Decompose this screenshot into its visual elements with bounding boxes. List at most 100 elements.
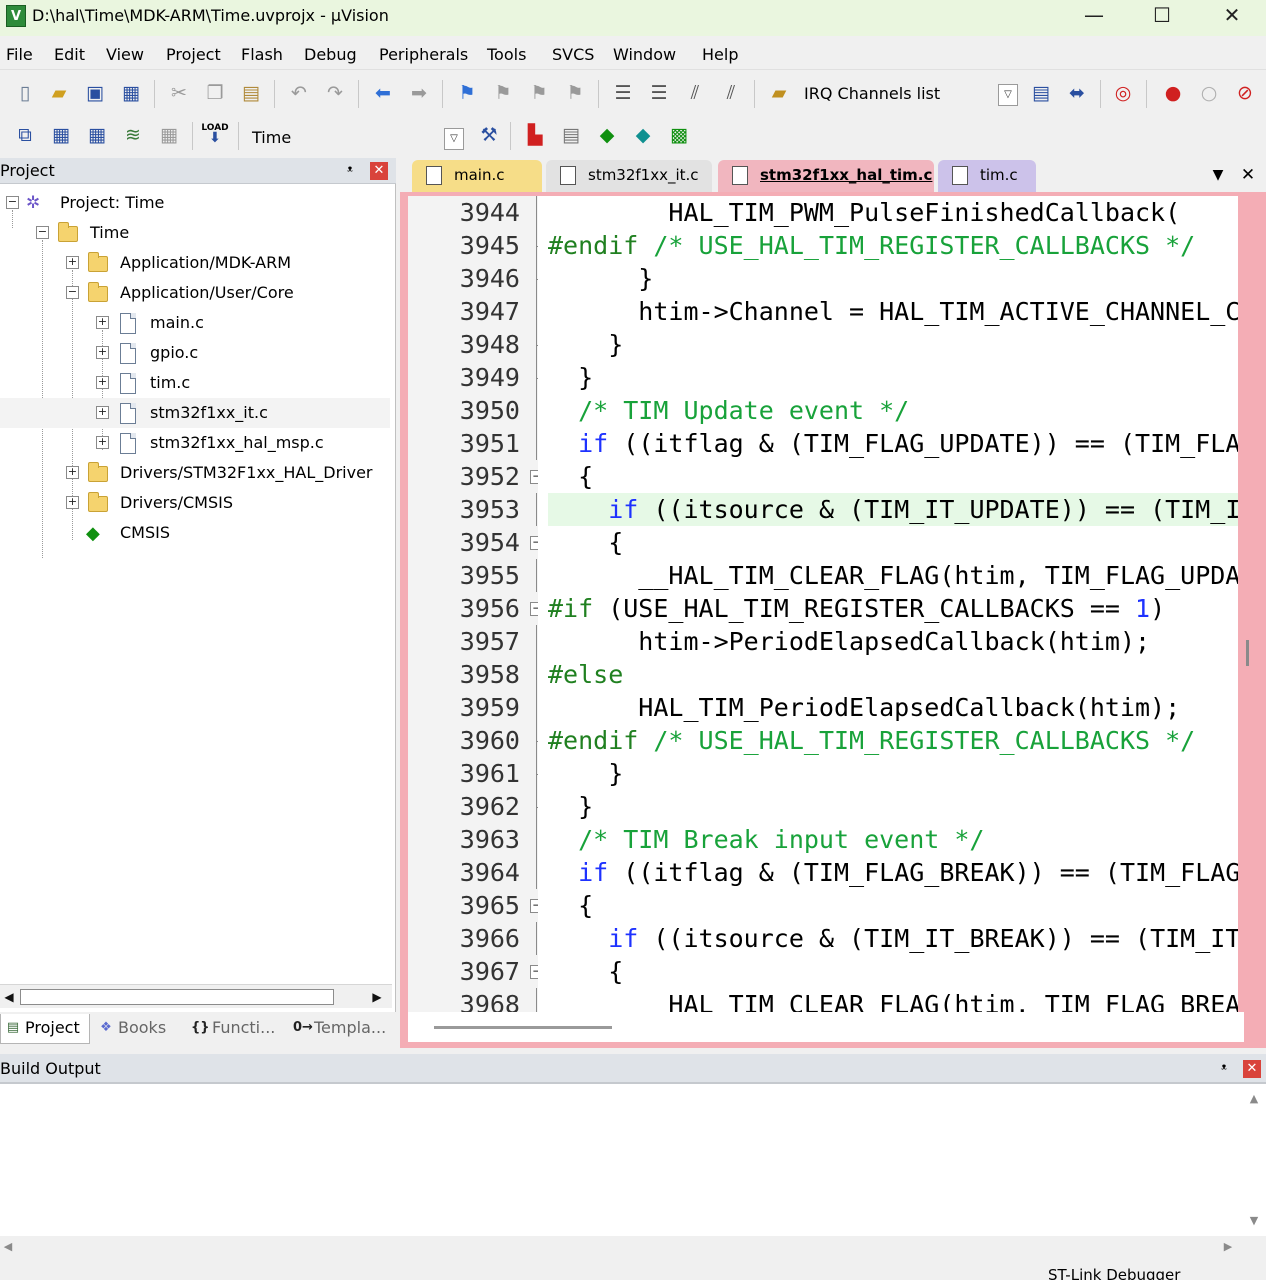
code-line[interactable]: } <box>548 328 1238 361</box>
translate-icon[interactable]: ⧉ <box>12 122 38 148</box>
paste-icon[interactable]: ▤ <box>238 80 264 106</box>
code-line[interactable]: } <box>548 361 1238 394</box>
expand-toggle[interactable]: + <box>66 466 79 479</box>
code-line[interactable]: } <box>548 262 1238 295</box>
enable-breakpoint-icon[interactable]: ○ <box>1196 80 1222 106</box>
new-file-icon[interactable]: ▯ <box>12 80 38 106</box>
file-extensions-icon[interactable]: ▙ <box>522 122 548 148</box>
navigate-back-icon[interactable]: ⬅ <box>370 80 396 106</box>
maximize-button[interactable]: ☐ <box>1128 0 1196 30</box>
pin-icon[interactable]: ᵜ <box>342 163 358 179</box>
build-output-horizontal-scrollbar[interactable]: ◀ ▶ <box>0 1236 1266 1260</box>
tab-books[interactable]: ❖ Books <box>94 1014 180 1044</box>
vertical-scroll-marker[interactable] <box>1246 640 1249 666</box>
fold-toggle[interactable]: − <box>530 602 538 616</box>
fold-toggle[interactable]: − <box>530 470 538 484</box>
rebuild-icon[interactable]: ▦ <box>84 122 110 148</box>
batch-build-icon[interactable]: ≋ <box>120 122 146 148</box>
tab-stm32f1xx-hal-tim-c[interactable]: stm32f1xx_hal_tim.c <box>718 160 934 192</box>
previous-bookmark-icon[interactable]: ⚑ <box>490 80 516 106</box>
code-line[interactable]: __HAL_TIM_CLEAR_FLAG(htim, TIM_FLAG_BREA… <box>548 988 1238 1012</box>
code-line[interactable]: if ((itsource & (TIM_IT_BREAK)) == (TIM_… <box>548 922 1238 955</box>
close-panel-icon[interactable]: ✕ <box>1243 1060 1261 1078</box>
tree-item-group[interactable]: + Application/MDK-ARM <box>0 248 390 278</box>
tree-item-file[interactable]: + main.c <box>0 308 390 338</box>
expand-toggle[interactable]: + <box>96 346 109 359</box>
pin-icon[interactable]: ᵜ <box>1216 1061 1232 1077</box>
menu-project[interactable]: Project <box>166 45 221 64</box>
incremental-find-icon[interactable]: ⬌ <box>1064 80 1090 106</box>
code-line[interactable]: #endif /* USE_HAL_TIM_REGISTER_CALLBACKS… <box>548 229 1238 262</box>
code-line[interactable]: } <box>548 757 1238 790</box>
expand-toggle[interactable]: + <box>96 436 109 449</box>
stop-build-icon[interactable]: ▦ <box>156 122 182 148</box>
code-line[interactable]: htim->Channel = HAL_TIM_ACTIVE_CHANNEL_C… <box>548 295 1238 328</box>
menu-tools[interactable]: Tools <box>487 45 526 64</box>
menu-debug[interactable]: Debug <box>304 45 357 64</box>
code-line[interactable]: /* TIM Break input event */ <box>548 823 1238 856</box>
scroll-right-icon[interactable]: ▶ <box>1220 1240 1236 1256</box>
select-packs-icon[interactable]: ◆ <box>630 122 656 148</box>
collapse-toggle[interactable]: − <box>36 226 49 239</box>
tree-item-group[interactable]: + Drivers/CMSIS <box>0 488 390 518</box>
pack-installer-icon[interactable]: ▩ <box>666 122 692 148</box>
find-icon[interactable]: ▤ <box>1028 80 1054 106</box>
expand-toggle[interactable]: + <box>96 406 109 419</box>
expand-toggle[interactable]: + <box>96 316 109 329</box>
code-line[interactable]: { <box>548 460 1238 493</box>
scroll-up-icon[interactable]: ▲ <box>1246 1092 1262 1108</box>
minimize-button[interactable]: — <box>1060 0 1128 30</box>
code-line[interactable]: } <box>548 790 1238 823</box>
tab-list-dropdown-icon[interactable]: ▼ <box>1208 166 1228 184</box>
scroll-left-icon[interactable]: ◀ <box>0 1240 16 1256</box>
code-horizontal-scrollbar[interactable] <box>408 1012 1244 1042</box>
code-line[interactable]: { <box>548 526 1238 559</box>
code-line[interactable]: { <box>548 955 1238 988</box>
code-line[interactable]: #if (USE_HAL_TIM_REGISTER_CALLBACKS == 1… <box>548 592 1238 625</box>
code-line[interactable]: if ((itflag & (TIM_FLAG_BREAK)) == (TIM_… <box>548 856 1238 889</box>
code-line[interactable]: { <box>548 889 1238 922</box>
collapse-toggle[interactable]: − <box>6 196 19 209</box>
scroll-down-icon[interactable]: ▼ <box>1246 1214 1262 1230</box>
tree-horizontal-scrollbar[interactable]: ◀ ▶ <box>0 984 392 1008</box>
tab-templates[interactable]: 0→ Templa... <box>290 1014 394 1044</box>
save-all-icon[interactable]: ▦ <box>118 80 144 106</box>
tab-tim-c[interactable]: tim.c <box>938 160 1036 192</box>
collapse-toggle[interactable]: − <box>66 286 79 299</box>
expand-toggle[interactable]: + <box>66 496 79 509</box>
code-line[interactable]: htim->PeriodElapsedCallback(htim); <box>548 625 1238 658</box>
cut-icon[interactable]: ✂ <box>166 80 192 106</box>
close-tab-icon[interactable]: ✕ <box>1238 166 1258 184</box>
tree-item-component[interactable]: ◆ CMSIS <box>0 518 390 548</box>
menu-edit[interactable]: Edit <box>54 45 85 64</box>
insert-breakpoint-icon[interactable]: ● <box>1160 80 1186 106</box>
copy-icon[interactable]: ❐ <box>202 80 228 106</box>
clear-bookmarks-icon[interactable]: ⚑ <box>562 80 588 106</box>
menu-view[interactable]: View <box>106 45 144 64</box>
close-panel-icon[interactable]: ✕ <box>370 162 388 180</box>
current-code-line[interactable]: if ((itsource & (TIM_IT_UPDATE)) == (TIM… <box>548 493 1238 526</box>
code-line[interactable]: if ((itflag & (TIM_FLAG_UPDATE)) == (TIM… <box>548 427 1238 460</box>
menu-file[interactable]: File <box>6 45 33 64</box>
code-line[interactable]: HAL_TIM_PWM_PulseFinishedCallback( <box>548 196 1238 229</box>
tree-item-target-time[interactable]: − Time <box>0 218 390 248</box>
code-line[interactable]: #else <box>548 658 1238 691</box>
find-in-files-icon[interactable]: ▰ <box>766 80 792 106</box>
menu-flash[interactable]: Flash <box>241 45 283 64</box>
indent-icon[interactable]: ☰ <box>610 80 636 106</box>
scroll-thumb[interactable] <box>20 989 334 1005</box>
tree-item-file-selected[interactable]: + stm32f1xx_it.c <box>0 398 390 428</box>
manage-rte-icon[interactable]: ◆ <box>594 122 620 148</box>
build-icon[interactable]: ▦ <box>48 122 74 148</box>
download-icon[interactable]: LOAD ⬇ <box>201 120 228 146</box>
tab-project[interactable]: ▤ Project <box>0 1014 90 1044</box>
tree-item-group[interactable]: − Application/User/Core <box>0 278 390 308</box>
uncomment-icon[interactable]: ⫽ <box>718 80 744 106</box>
comment-icon[interactable]: ⫽ <box>682 80 708 106</box>
menu-window[interactable]: Window <box>613 45 676 64</box>
tab-main-c[interactable]: main.c <box>412 160 542 192</box>
insert-bookmark-icon[interactable]: ⚑ <box>454 80 480 106</box>
scroll-left-icon[interactable]: ◀ <box>0 988 18 1006</box>
menu-peripherals[interactable]: Peripherals <box>379 45 468 64</box>
undo-icon[interactable]: ↶ <box>286 80 312 106</box>
